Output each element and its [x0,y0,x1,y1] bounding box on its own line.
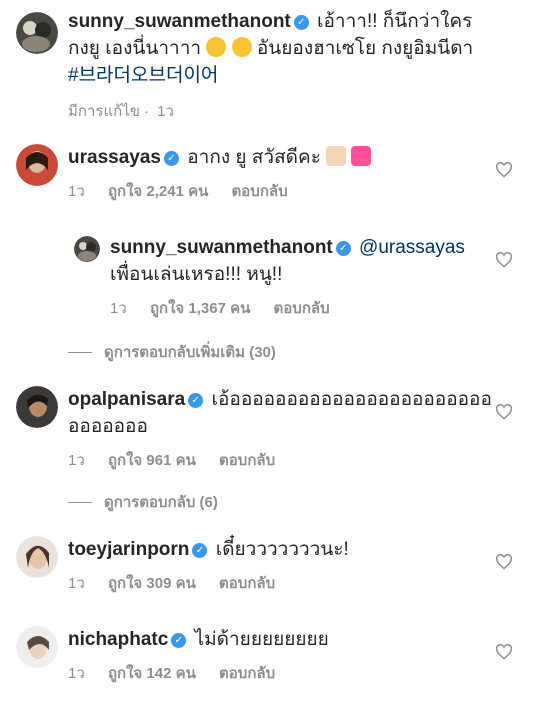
divider [68,501,92,503]
view-more-label: ดูการตอบกลับเพิ่มเติม (30) [104,344,276,361]
like-heart-icon[interactable] [495,252,513,268]
edited-label: มีการแก้ไข [68,103,140,120]
reply-button[interactable]: ตอบกลับ [274,300,330,317]
rofl-emoji-icon [206,37,227,57]
comment-text: เดี๋ยวววววววนะ! [215,539,349,560]
comment-text: เพื่อนเล่นเหรอ!!! หนู!! [110,264,283,285]
verified-icon: ✓ [171,633,187,648]
two-hearts-emoji-icon [351,146,372,166]
username[interactable]: nichaphatc [68,629,168,650]
username[interactable]: opalpanisara [68,389,185,410]
avatar[interactable] [16,626,58,668]
timestamp: 1ว [110,300,127,317]
avatar[interactable] [16,386,58,428]
view-more-replies-button[interactable]: ดูการตอบกลับเพิ่มเติม (30) [68,340,276,364]
avatar[interactable] [16,536,58,578]
like-heart-icon[interactable] [495,644,513,660]
likes-count[interactable]: ถูกใจ 142 คน [108,665,196,682]
divider [68,351,92,353]
view-replies-button[interactable]: ดูการตอบกลับ (6) [68,490,218,514]
like-heart-icon[interactable] [495,404,513,420]
caption-text: อันยองฮาเซโย กงยูอิมนีดา [256,38,474,59]
verified-icon: ✓ [293,15,309,30]
reply-button[interactable]: ตอบกลับ [219,452,275,469]
caption-text: กงยู เองนี่นาาาา [68,38,202,59]
timestamp: 1ว [157,103,174,120]
folded-hands-emoji-icon [326,146,347,166]
like-heart-icon[interactable] [495,554,513,570]
timestamp: 1ว [68,575,85,592]
likes-count[interactable]: ถูกใจ 2,241 คน [108,183,208,200]
timestamp: 1ว [68,183,85,200]
verified-icon: ✓ [335,241,351,256]
reply-button[interactable]: ตอบกลับ [232,183,288,200]
verified-icon: ✓ [192,543,208,558]
likes-count[interactable]: ถูกใจ 309 คน [108,575,196,592]
caption-text: เอ้าาา!! ก็นึกว่าใคร [317,11,473,32]
verified-icon: ✓ [163,151,179,166]
avatar[interactable] [16,144,58,186]
likes-count[interactable]: ถูกใจ 1,367 คน [150,300,250,317]
verified-icon: ✓ [188,393,204,408]
username[interactable]: toeyjarinporn [68,539,189,560]
username[interactable]: sunny_suwanmethanont [110,237,333,258]
comment-text: เอ้อออออออออออออออออออออออ [211,389,492,410]
avatar[interactable] [16,12,58,54]
comment-text: อากง ยู สวัสดีคะ [187,147,321,168]
comment-text: ไม่ด้ายยยยยยยย [194,629,329,650]
winking-tongue-emoji-icon [231,37,252,57]
like-heart-icon[interactable] [495,162,513,178]
username[interactable]: urassayas [68,147,161,168]
view-more-label: ดูการตอบกลับ (6) [104,494,218,511]
timestamp: 1ว [68,452,85,469]
reply-button[interactable]: ตอบกลับ [219,665,275,682]
reply-button[interactable]: ตอบกลับ [219,575,275,592]
mention-link[interactable]: @urassayas [359,237,465,258]
comment-text: อออออออ [68,416,148,437]
timestamp: 1ว [68,665,85,682]
hashtag-link[interactable]: #브라더오브더이어 [68,65,218,86]
avatar[interactable] [74,236,100,262]
likes-count[interactable]: ถูกใจ 961 คน [108,452,196,469]
username[interactable]: sunny_suwanmethanont [68,11,291,32]
